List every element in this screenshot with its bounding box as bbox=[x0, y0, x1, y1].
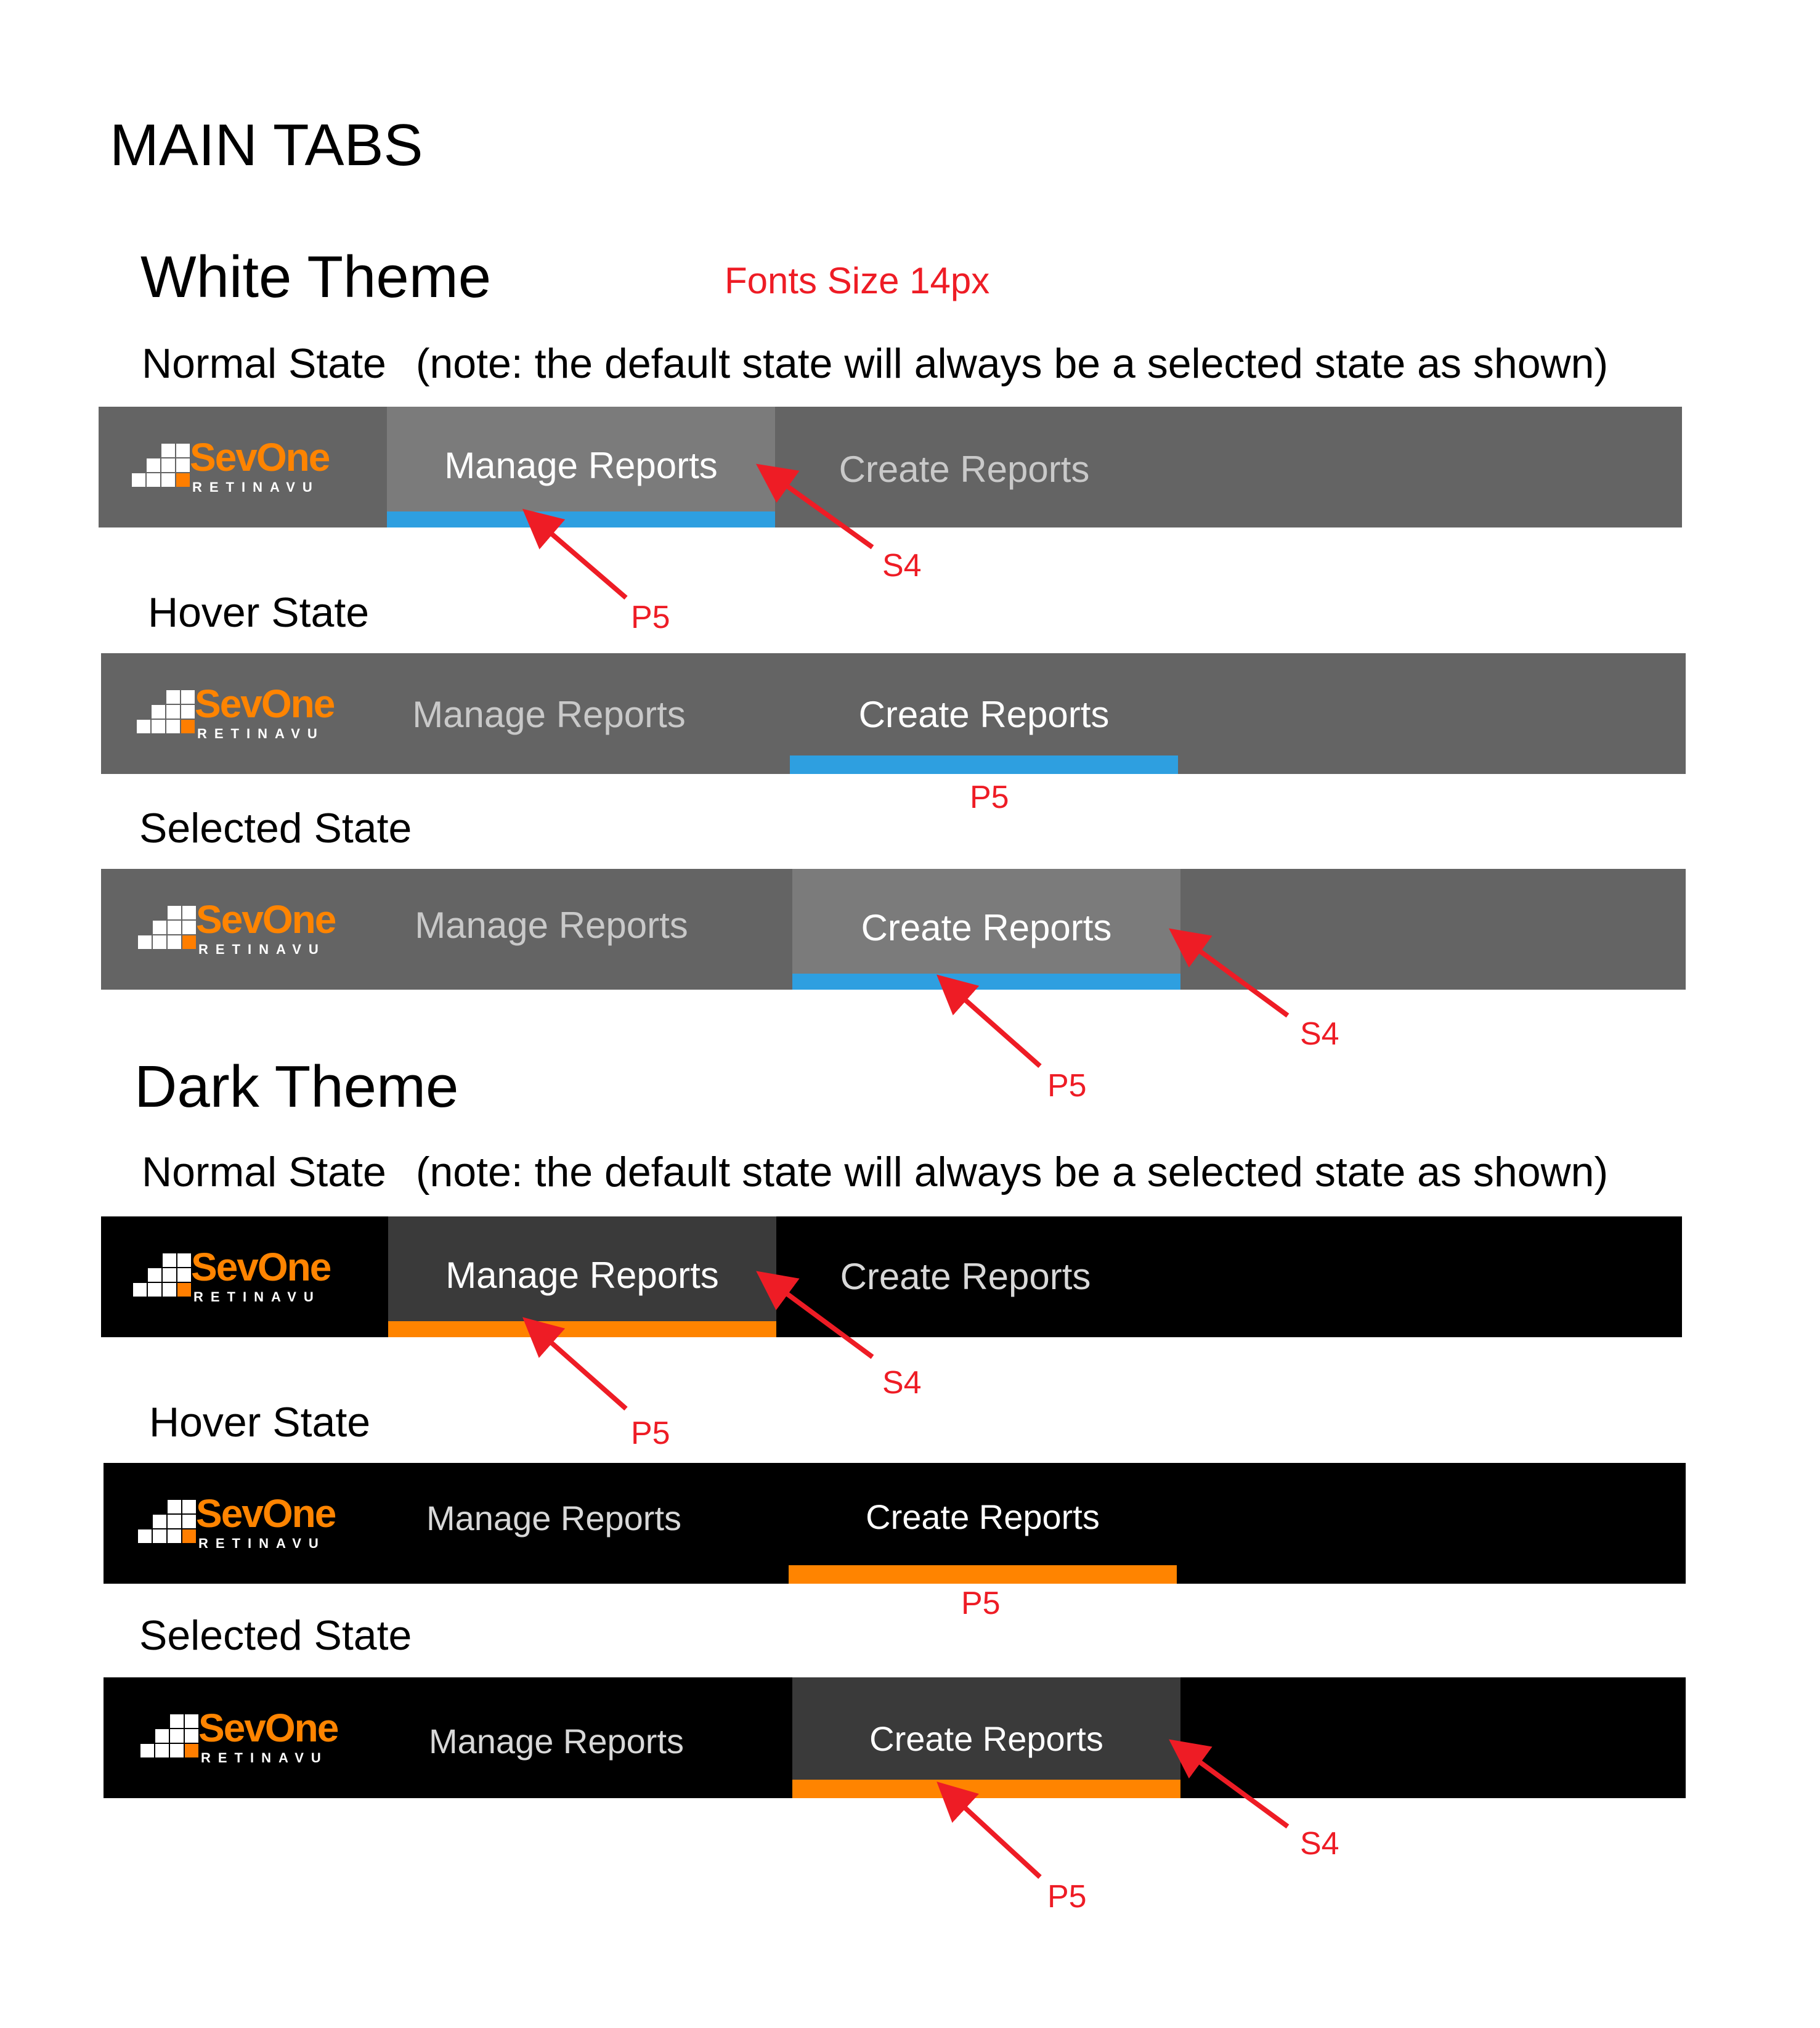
annotation-arrows bbox=[522, 463, 1290, 1879]
arrow-s4-white-normal bbox=[755, 463, 874, 550]
arrow-p5-dark-normal bbox=[522, 1317, 628, 1411]
arrow-s4-dark-normal bbox=[756, 1271, 874, 1359]
arrow-s4-dark-selected bbox=[1169, 1739, 1290, 1829]
arrow-p5-dark-selected bbox=[936, 1782, 1042, 1879]
arrow-p5-white-selected bbox=[936, 974, 1042, 1068]
arrow-s4-white-selected bbox=[1169, 928, 1290, 1018]
arrow-p5-white-normal bbox=[522, 508, 628, 600]
